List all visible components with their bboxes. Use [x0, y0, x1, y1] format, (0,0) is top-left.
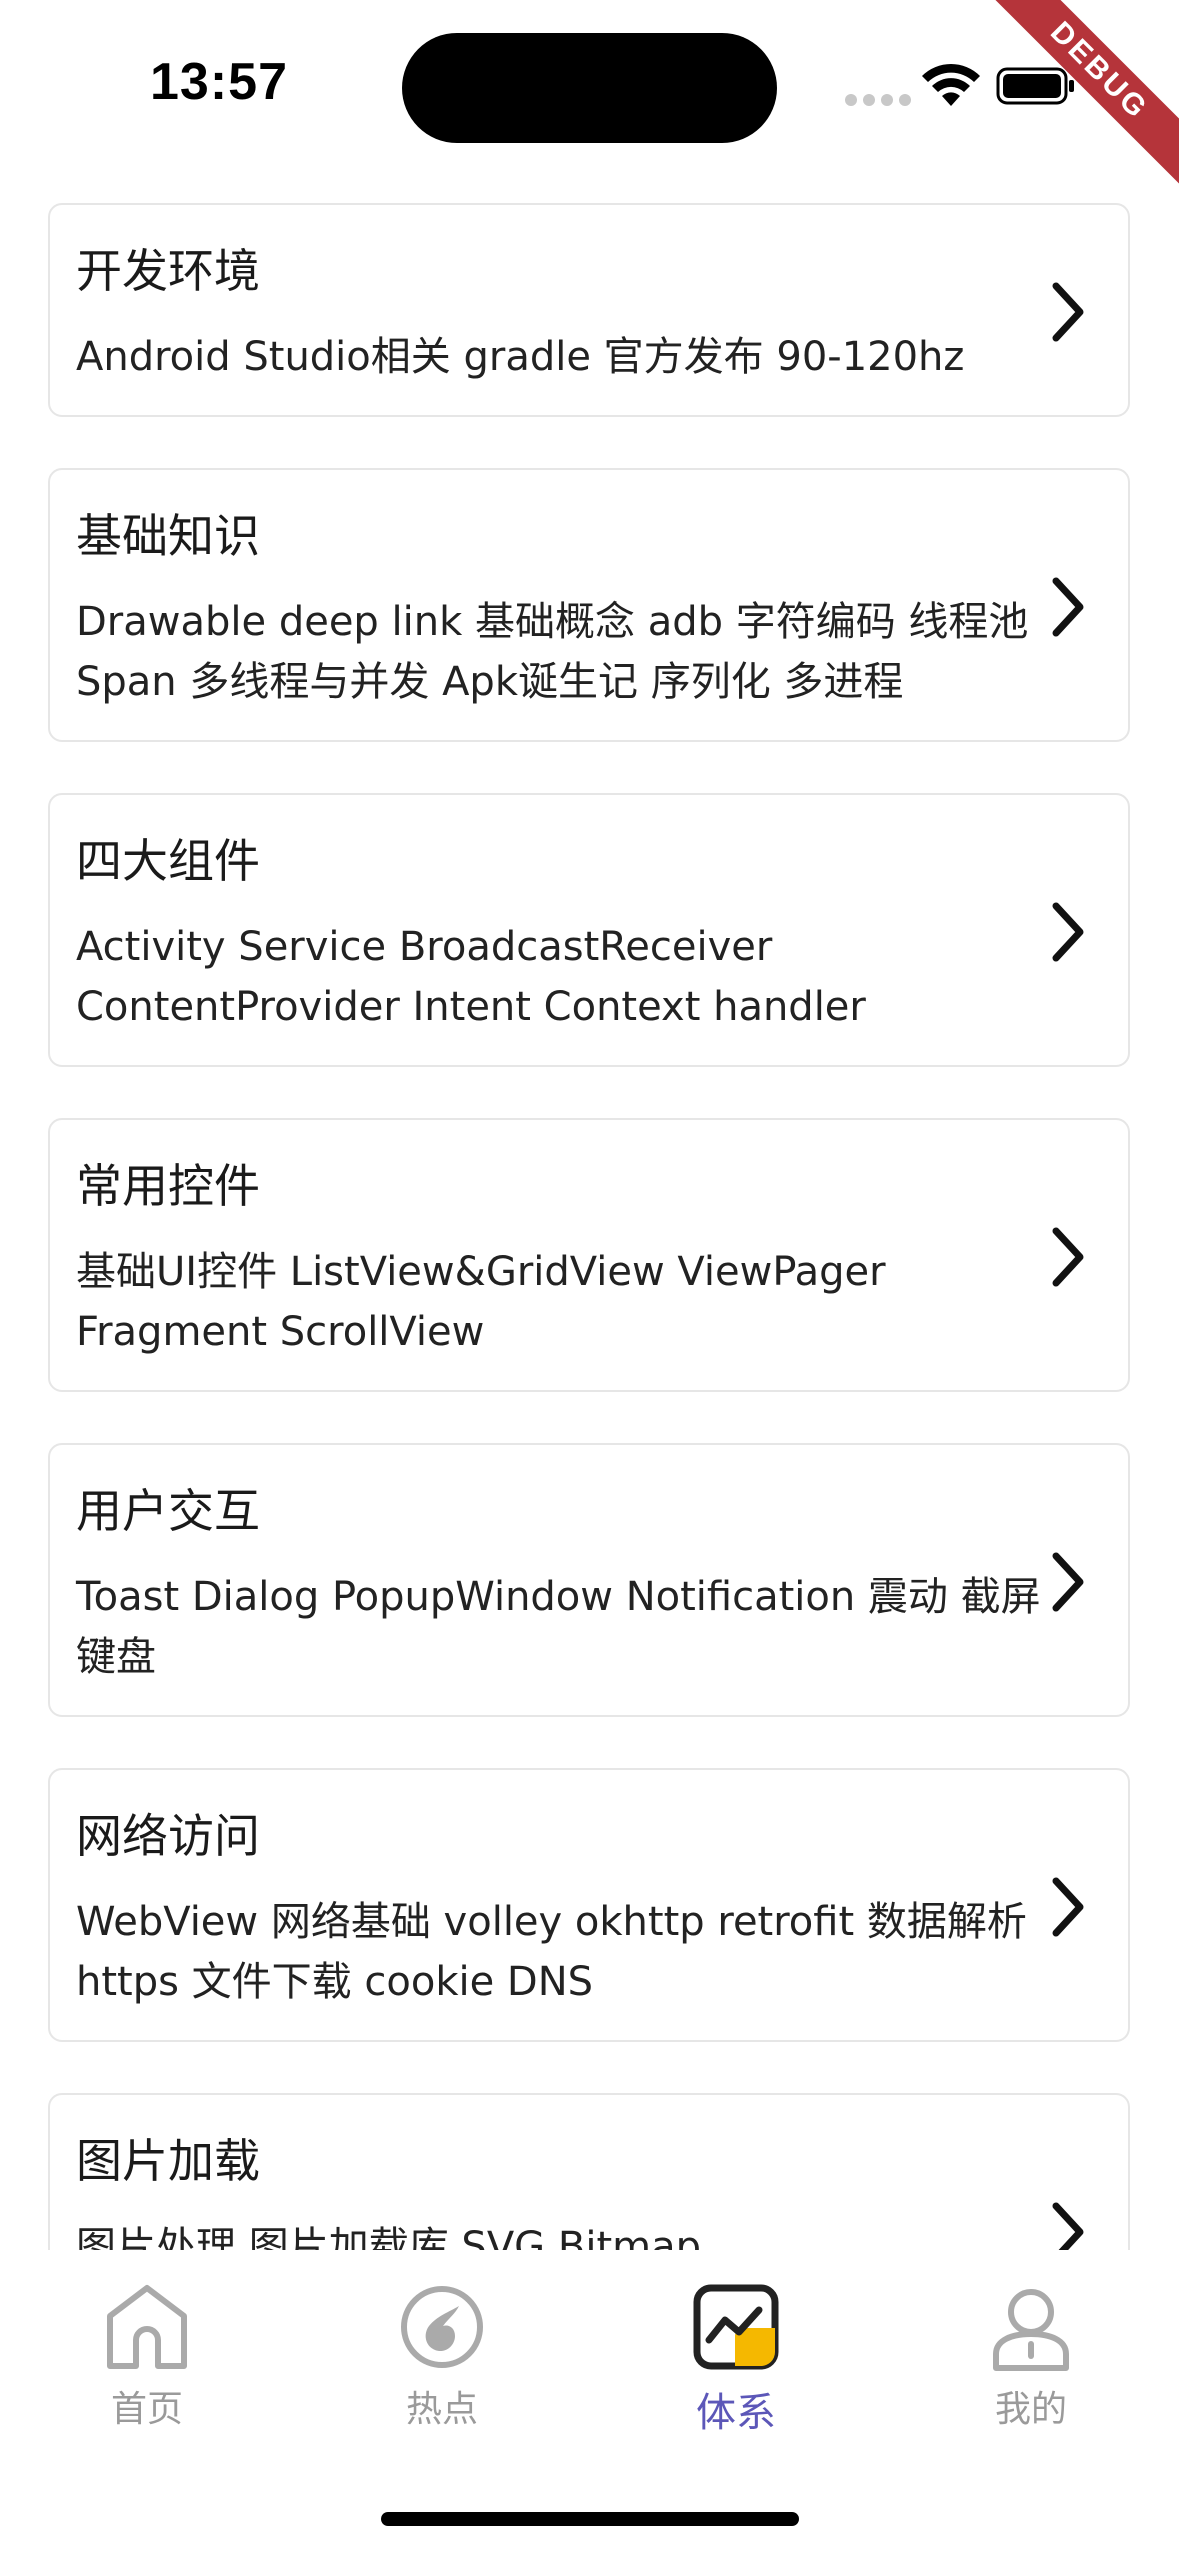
- hot-icon: [401, 2286, 483, 2368]
- chevron-right-icon: [1052, 1877, 1084, 1937]
- tab-label: 首页: [110, 2389, 183, 2430]
- category-title: 图片加载: [76, 2134, 260, 2188]
- home-icon: [107, 2285, 187, 2369]
- category-card-interaction[interactable]: 用户交互 Toast Dialog PopupWindow Notificati…: [48, 1443, 1130, 1717]
- tab-label: 热点: [405, 2389, 478, 2430]
- category-description: Toast Dialog PopupWindow Notification 震动…: [76, 1574, 1041, 1680]
- category-description: Activity Service BroadcastReceiver Conte…: [76, 924, 866, 1030]
- category-title: 开发环境: [76, 244, 260, 298]
- category-list[interactable]: 开发环境 Android Studio相关 gradle 官方发布 90-120…: [0, 0, 1179, 2250]
- category-title: 网络访问: [76, 1809, 260, 1863]
- tab-home[interactable]: 首页: [47, 2282, 247, 2432]
- category-description: 基础UI控件 ListView&GridView ViewPager Fragm…: [76, 1249, 886, 1355]
- category-description: WebView 网络基础 volley okhttp retrofit 数据解析…: [76, 1899, 1027, 2005]
- chevron-right-icon: [1052, 902, 1084, 962]
- category-title: 用户交互: [76, 1484, 260, 1538]
- chevron-right-icon: [1052, 1552, 1084, 1612]
- category-card-dev-env[interactable]: 开发环境 Android Studio相关 gradle 官方发布 90-120…: [48, 203, 1130, 417]
- category-card-image-loading[interactable]: 图片加载 图片处理 图片加载库 SVG Bitmap: [48, 2093, 1130, 2250]
- home-indicator[interactable]: [381, 2512, 799, 2526]
- tab-hot[interactable]: 热点: [342, 2282, 542, 2432]
- category-description: 图片处理 图片加载库 SVG Bitmap: [76, 2224, 701, 2250]
- tab-label: 体系: [696, 2390, 776, 2436]
- system-chart-icon: [693, 2284, 779, 2370]
- category-description: Android Studio相关 gradle 官方发布 90-120hz: [76, 334, 965, 380]
- chevron-right-icon: [1052, 1227, 1084, 1287]
- profile-icon: [993, 2289, 1069, 2371]
- category-title: 常用控件: [76, 1159, 260, 1213]
- app-screen: 13:57 DEBUG 开发环境 Android Studio相关 gradle…: [0, 0, 1179, 2556]
- chevron-right-icon: [1052, 282, 1084, 342]
- category-card-components[interactable]: 四大组件 Activity Service BroadcastReceiver …: [48, 793, 1130, 1067]
- chevron-right-icon: [1052, 2202, 1084, 2250]
- tab-system[interactable]: 体系: [636, 2282, 836, 2438]
- tab-label: 我的: [994, 2389, 1067, 2430]
- category-title: 基础知识: [76, 509, 260, 563]
- chevron-right-icon: [1052, 577, 1084, 637]
- category-card-widgets[interactable]: 常用控件 基础UI控件 ListView&GridView ViewPager …: [48, 1118, 1130, 1392]
- category-description: Drawable deep link 基础概念 adb 字符编码 线程池 Spa…: [76, 599, 1029, 705]
- category-card-network[interactable]: 网络访问 WebView 网络基础 volley okhttp retrofit…: [48, 1768, 1130, 2042]
- category-card-basics[interactable]: 基础知识 Drawable deep link 基础概念 adb 字符编码 线程…: [48, 468, 1130, 742]
- bottom-tab-bar: 首页 热点 体系 我的: [0, 2250, 1179, 2556]
- category-title: 四大组件: [76, 834, 260, 888]
- tab-profile[interactable]: 我的: [931, 2282, 1131, 2432]
